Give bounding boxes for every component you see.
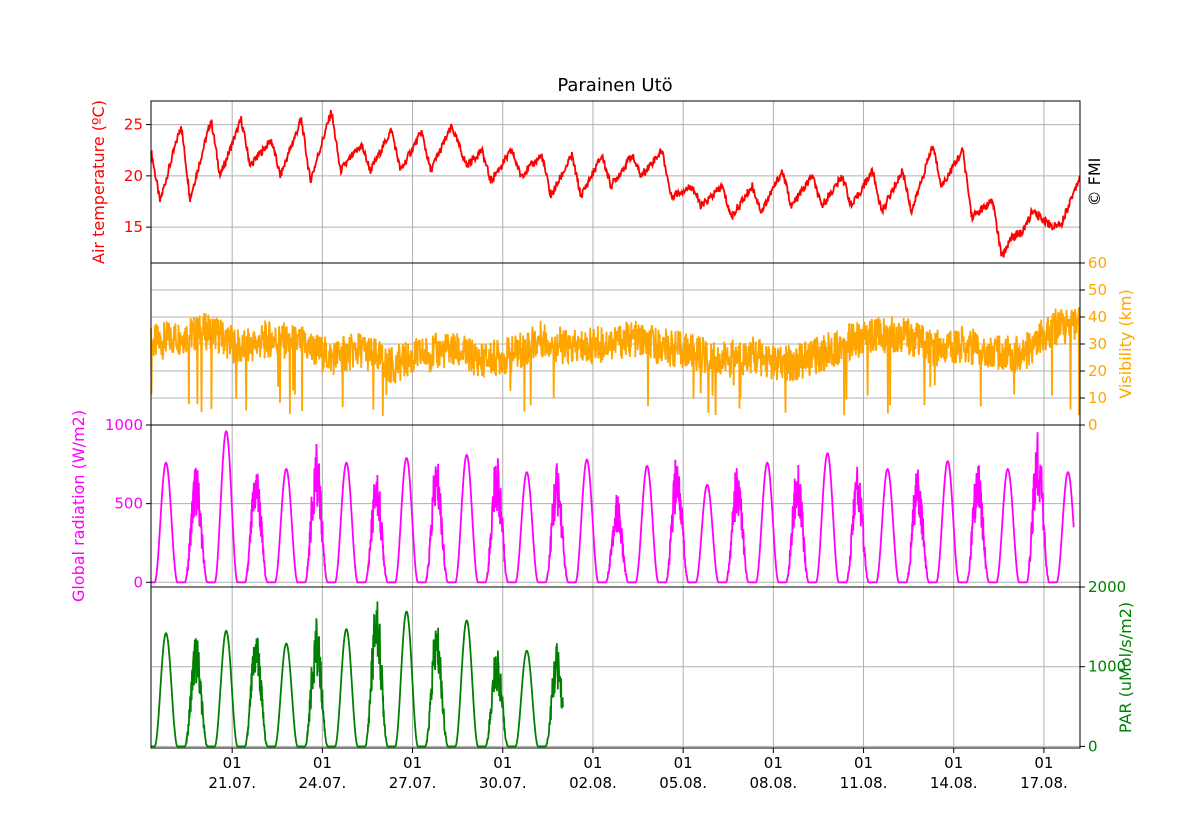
x-tick-label-top-6: 01: [764, 754, 783, 772]
temperature-series-line: [150, 109, 1081, 258]
x-tick-label-bottom-3: 30.07.: [479, 774, 527, 792]
visibility-ytick-label-2: 20: [1088, 362, 1107, 380]
radiation-ytick-label-2: 1000: [105, 416, 143, 434]
temperature-ytick-label-0: 15: [124, 218, 143, 236]
x-tick-label-bottom-6: 08.08.: [749, 774, 797, 792]
x-tick-label-bottom-8: 14.08.: [930, 774, 978, 792]
x-tick-label-top-9: 01: [1034, 754, 1053, 772]
temperature-panel: 15 20 25 Air temperature (ºC): [89, 100, 1081, 264]
chart-title: Parainen Utö: [557, 75, 672, 96]
x-tick-label-top-2: 01: [403, 754, 422, 772]
x-tick-label-top-7: 01: [854, 754, 873, 772]
x-tick-label-bottom-4: 02.08.: [569, 774, 617, 792]
visibility-panel: 0 10 20 30 40 50 60 Visibility (km): [150, 254, 1135, 434]
visibility-ylabel: Visibility (km): [1116, 289, 1135, 398]
x-axis: 01 21.07. 01 24.07. 01 27.07. 01 30.07. 01 02.08.…: [208, 748, 1068, 792]
visibility-ytick-label-3: 30: [1088, 335, 1107, 353]
x-tick-label-bottom-0: 21.07.: [208, 774, 256, 792]
x-tick-label-top-1: 01: [313, 754, 332, 772]
radiation-series-line: [151, 430, 1075, 584]
par-panel: 010002000PAR (uMol/s/m2): [150, 578, 1135, 755]
visibility-ytick-label-6: 60: [1088, 254, 1107, 272]
radiation-ytick-label-0: 0: [133, 573, 143, 591]
visibility-ytick-label-0: 0: [1088, 416, 1098, 434]
par-ytick-label-2: 2000: [1088, 578, 1126, 596]
x-tick-label-bottom-5: 05.08.: [659, 774, 707, 792]
visibility-ytick-label-1: 10: [1088, 389, 1107, 407]
x-tick-label-top-0: 01: [223, 754, 242, 772]
radiation-ytick-label-1: 500: [114, 495, 143, 513]
x-tick-label-bottom-7: 11.08.: [840, 774, 888, 792]
weather-chart: Parainen Utö 152025Air temperature (ºC) …: [69, 75, 1135, 792]
x-tick-label-top-8: 01: [944, 754, 963, 772]
x-tick-label-top-5: 01: [674, 754, 693, 772]
temperature-ytick-label-1: 20: [124, 167, 143, 185]
visibility-series-line: [150, 307, 1081, 416]
visibility-ytick-label-4: 40: [1088, 308, 1107, 326]
par-ytick-label-0: 0: [1088, 737, 1098, 755]
par-series-line: [151, 601, 564, 748]
x-tick-label-bottom-2: 27.07.: [389, 774, 437, 792]
temperature-ytick-label-2: 25: [124, 116, 143, 134]
visibility-ytick-label-5: 50: [1088, 281, 1107, 299]
temperature-ylabel: Air temperature (ºC): [89, 100, 108, 264]
radiation-ylabel: Global radiation (W/m2): [69, 410, 88, 602]
copyright-label: © FMI: [1085, 158, 1104, 207]
x-tick-label-bottom-1: 24.07.: [299, 774, 347, 792]
x-tick-label-top-4: 01: [583, 754, 602, 772]
x-tick-label-top-3: 01: [493, 754, 512, 772]
par-ylabel: PAR (uMol/s/m2): [1116, 602, 1135, 733]
x-tick-label-bottom-9: 17.08.: [1020, 774, 1068, 792]
radiation-panel: 0 500 1000 Global radiation (W/m2): [69, 410, 1081, 602]
